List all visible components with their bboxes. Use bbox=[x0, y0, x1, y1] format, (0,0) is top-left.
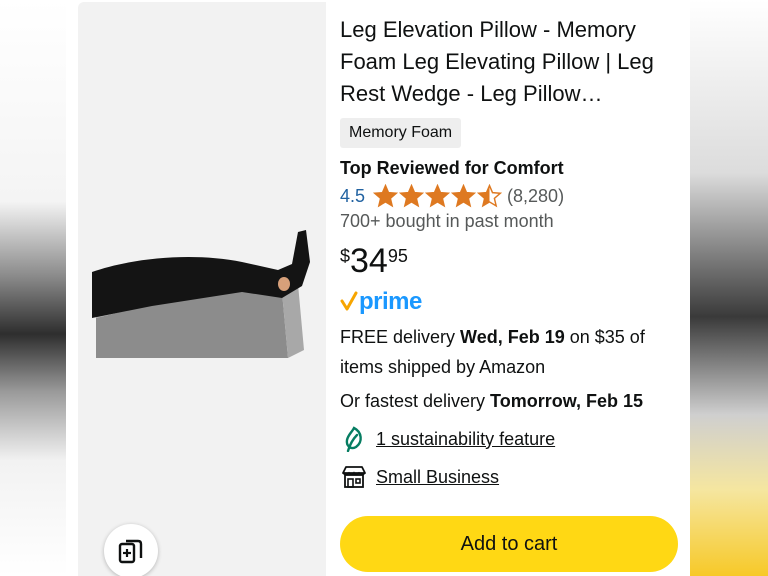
product-image[interactable] bbox=[92, 222, 316, 362]
free-delivery-prefix: FREE delivery bbox=[340, 327, 461, 347]
prime-label: prime bbox=[359, 288, 422, 315]
free-delivery: FREE delivery Wed, Feb 19 on $35 of item… bbox=[340, 322, 680, 382]
leaf-icon bbox=[340, 425, 368, 453]
price-symbol: $ bbox=[340, 246, 351, 266]
style-badge: Memory Foam bbox=[340, 118, 462, 148]
highlight-label: Top Reviewed for Comfort bbox=[340, 158, 564, 178]
fastest-delivery-date: Tomorrow, Feb 15 bbox=[490, 391, 644, 411]
product-image-panel[interactable] bbox=[78, 2, 326, 576]
add-to-cart-button[interactable]: Add to cart bbox=[340, 516, 678, 572]
fastest-delivery-prefix: Or fastest delivery bbox=[340, 391, 491, 411]
prime-logo: prime bbox=[340, 288, 680, 316]
rating-value: 4.5 bbox=[340, 185, 366, 206]
backdrop-right bbox=[688, 0, 768, 576]
star-icon bbox=[373, 183, 399, 207]
product-info: Leg Elevation Pillow - Memory Foam Leg E… bbox=[340, 14, 680, 492]
compare-button[interactable] bbox=[104, 524, 158, 576]
price: $ 34 95 bbox=[340, 242, 680, 282]
sustainability-feature[interactable]: 1 sustainability feature bbox=[340, 424, 680, 454]
prime-check-icon bbox=[340, 291, 358, 311]
small-business-link[interactable]: Small Business bbox=[376, 467, 499, 488]
compare-cards-icon bbox=[118, 539, 143, 564]
star-icon bbox=[425, 183, 451, 207]
free-delivery-date: Wed, Feb 19 bbox=[460, 327, 565, 347]
bought-count: 700+ bought in past month bbox=[340, 211, 554, 231]
storefront-icon bbox=[340, 463, 368, 491]
small-business-feature[interactable]: Small Business bbox=[340, 462, 680, 492]
product-card[interactable]: Leg Elevation Pillow - Memory Foam Leg E… bbox=[66, 0, 690, 576]
sustainability-link[interactable]: 1 sustainability feature bbox=[376, 429, 555, 450]
star-icon bbox=[477, 183, 503, 207]
product-title[interactable]: Leg Elevation Pillow - Memory Foam Leg E… bbox=[340, 14, 676, 110]
rating-count[interactable]: (8,280) bbox=[507, 186, 564, 207]
rating-row[interactable]: 4.5 (8,280) bbox=[340, 183, 680, 209]
star-icon bbox=[451, 183, 477, 207]
star-icon bbox=[399, 183, 425, 207]
fastest-delivery: Or fastest delivery Tomorrow, Feb 15 bbox=[340, 386, 680, 416]
price-whole: 34 bbox=[350, 242, 388, 280]
price-fraction: 95 bbox=[387, 246, 408, 266]
star-rating bbox=[373, 183, 503, 209]
